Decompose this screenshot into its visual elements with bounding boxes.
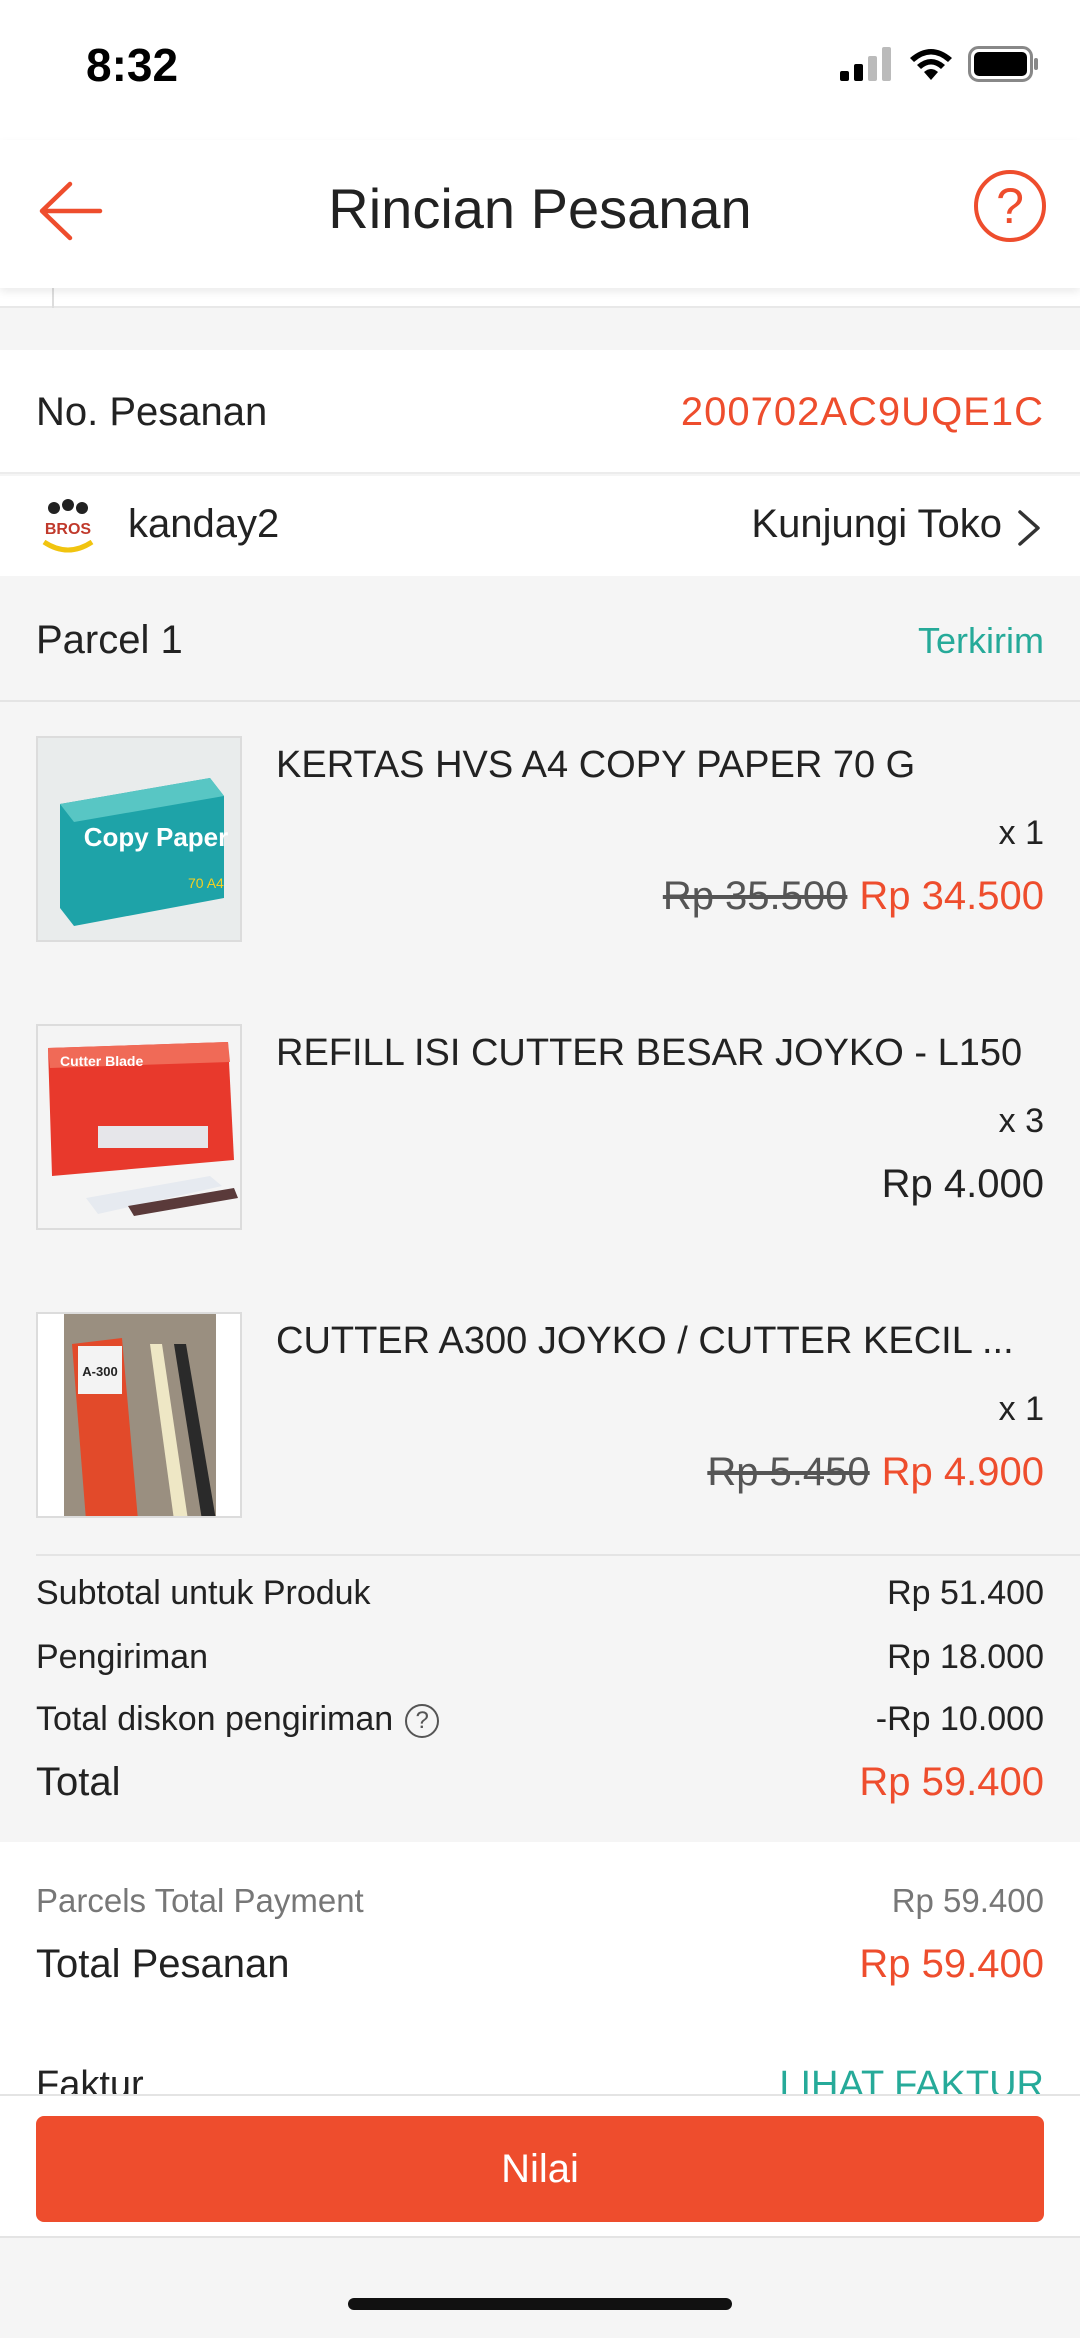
- visit-shop-link[interactable]: Kunjungi Toko: [751, 502, 1002, 547]
- status-time: 8:32: [86, 39, 179, 91]
- thumb-text: A-300: [82, 1364, 117, 1379]
- item-name: REFILL ISI CUTTER BESAR JOYKO - L150: [276, 1032, 1023, 1074]
- order-total-label: Total Pesanan: [36, 1942, 290, 1986]
- item-quantity: x 3: [998, 1102, 1044, 1140]
- item-quantity: x 1: [998, 814, 1044, 852]
- item-price: Rp 5.450 Rp 4.900: [707, 1450, 1044, 1495]
- order-number-value[interactable]: 200702AC9UQE1C: [681, 390, 1044, 435]
- item-name: CUTTER A300 JOYKO / CUTTER KECIL ...: [276, 1320, 1014, 1362]
- nav-bar: Rincian Pesanan ?: [0, 140, 1080, 288]
- order-item[interactable]: A-300 CUTTER A300 JOYKO / CUTTER KECIL .…: [0, 1312, 1080, 1552]
- item-discounted-price: Rp 34.500: [859, 874, 1044, 918]
- info-icon[interactable]: ?: [405, 1704, 440, 1739]
- status-bar: 8:32: [0, 0, 1080, 140]
- shop-logo: BROS: [42, 499, 94, 553]
- item-price-value: Rp 4.000: [881, 1162, 1044, 1206]
- subtotal-value: Rp 51.400: [887, 1574, 1044, 1612]
- shop-name: kanday2: [128, 502, 280, 546]
- thumb-text: Cutter Blade: [60, 1053, 143, 1069]
- timeline-line: [52, 288, 54, 308]
- parcels-total-label: Parcels Total Payment: [36, 1882, 364, 1919]
- order-item[interactable]: Cutter Blade REFILL ISI CUTTER BESAR JOY…: [0, 1024, 1080, 1264]
- parcels-total-value: Rp 59.400: [891, 1882, 1044, 1919]
- parcel-label: Parcel 1: [36, 618, 183, 662]
- order-number-label: No. Pesanan: [36, 390, 268, 434]
- order-total-value: Rp 59.400: [859, 1942, 1044, 1986]
- total-value: Rp 59.400: [859, 1760, 1044, 1804]
- shipping-label: Pengiriman: [36, 1638, 208, 1676]
- svg-text:70 A4: 70 A4: [188, 875, 224, 891]
- item-quantity: x 1: [998, 1390, 1044, 1428]
- wifi-icon: [910, 49, 952, 80]
- parcel-header: Parcel 1 Terkirim: [0, 578, 1080, 702]
- item-original-price: Rp 5.450: [707, 1450, 870, 1494]
- shipping-value: Rp 18.000: [887, 1638, 1044, 1676]
- item-discounted-price: Rp 4.900: [881, 1450, 1044, 1494]
- parcels-total-row: Parcels Total Payment Rp 59.400: [36, 1882, 1044, 1920]
- chevron-right-icon[interactable]: [1014, 508, 1044, 548]
- help-icon[interactable]: ?: [974, 170, 1046, 242]
- item-original-price: Rp 35.500: [662, 874, 848, 918]
- page-title: Rincian Pesanan: [328, 177, 752, 240]
- order-item[interactable]: Copy Paper 70 A4 KERTAS HVS A4 COPY PAPE…: [0, 736, 1080, 976]
- shop-row[interactable]: BROS kanday2 Kunjungi Toko: [0, 476, 1080, 576]
- item-price: Rp 35.500 Rp 34.500: [663, 874, 1044, 919]
- shipping-discount-label: Total diskon pengiriman: [36, 1700, 394, 1738]
- subtotal-label: Subtotal untuk Produk: [36, 1574, 371, 1612]
- rate-button[interactable]: Nilai: [36, 2116, 1044, 2222]
- shipping-discount-label-wrap: Total diskon pengiriman?: [36, 1700, 440, 1739]
- home-indicator[interactable]: [348, 2298, 732, 2310]
- product-image: A-300: [36, 1312, 242, 1518]
- product-image: Copy Paper 70 A4: [36, 736, 242, 942]
- parcel-status: Terkirim: [918, 620, 1044, 661]
- shop-logo-text: BROS: [45, 521, 92, 538]
- item-price: Rp 4.000: [882, 1162, 1044, 1207]
- bottom-action-bar: Nilai: [0, 2094, 1080, 2238]
- total-label: Total: [36, 1760, 121, 1804]
- order-total-row: Total Pesanan Rp 59.400: [36, 1942, 1044, 1987]
- summary-divider: [36, 1554, 1080, 1556]
- item-name: KERTAS HVS A4 COPY PAPER 70 G: [276, 744, 916, 786]
- order-number-row: No. Pesanan 200702AC9UQE1C: [0, 350, 1080, 474]
- total-row: Total Rp 59.400: [36, 1760, 1044, 1816]
- product-image: Cutter Blade: [36, 1024, 242, 1230]
- payment-summary: Parcels Total Payment Rp 59.400 Total Pe…: [0, 1842, 1080, 2100]
- subtotal-row: Subtotal untuk Produk Rp 51.400: [36, 1574, 1044, 1630]
- shipping-row: Pengiriman Rp 18.000: [36, 1638, 1044, 1694]
- shipping-discount-row: Total diskon pengiriman? -Rp 10.000: [36, 1700, 1044, 1756]
- battery-icon: [968, 46, 1038, 82]
- status-icons: [840, 44, 1040, 84]
- thumb-text: Copy Paper: [84, 822, 229, 852]
- cellular-signal-icon: [840, 47, 891, 81]
- tracking-strip: [0, 288, 1080, 308]
- shipping-discount-value: -Rp 10.000: [875, 1700, 1044, 1738]
